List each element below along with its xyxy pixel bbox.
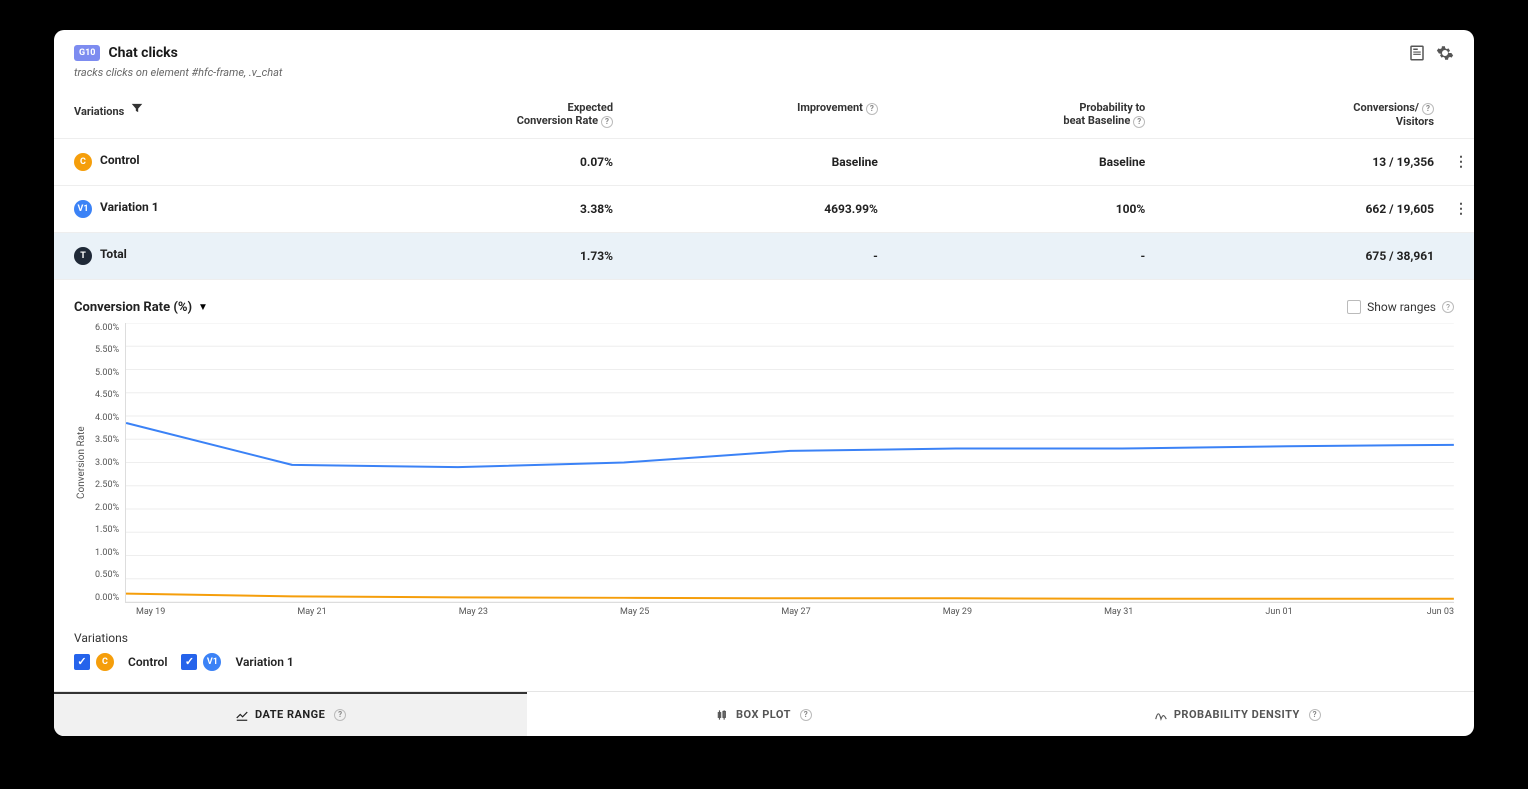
col-improvement: Improvement bbox=[797, 101, 863, 114]
cell-probability: - bbox=[898, 232, 1165, 279]
show-ranges-toggle[interactable]: Show ranges ? bbox=[1347, 300, 1454, 314]
cell-conversions: 13 / 19,356⋮ bbox=[1165, 138, 1474, 185]
line-chart-icon bbox=[235, 708, 249, 722]
tab-label: BOX PLOT bbox=[736, 708, 791, 721]
legend-item[interactable]: ✓ C Control bbox=[74, 653, 167, 671]
view-tabs: DATE RANGE ? BOX PLOT ? PROBABILITY DENS… bbox=[54, 691, 1474, 736]
table-row: V1 Variation 1 3.38% 4693.99% 100% 662 / … bbox=[54, 185, 1474, 232]
tab-label: DATE RANGE bbox=[255, 708, 325, 721]
chevron-down-icon[interactable]: ▼ bbox=[198, 302, 208, 313]
tab-date-range[interactable]: DATE RANGE ? bbox=[54, 692, 527, 736]
info-icon[interactable]: ? bbox=[800, 709, 812, 721]
chart-plot bbox=[125, 323, 1454, 603]
variation-chip: T bbox=[74, 247, 92, 265]
checkbox-checked-icon[interactable]: ✓ bbox=[74, 654, 90, 670]
variation-name: Variation 1 bbox=[100, 200, 159, 214]
col-variations[interactable]: Variations bbox=[74, 105, 124, 118]
report-icon[interactable] bbox=[1408, 44, 1426, 62]
col-conv-2: Visitors bbox=[1185, 115, 1434, 128]
cell-improvement: 4693.99% bbox=[633, 185, 898, 232]
box-plot-icon bbox=[716, 708, 730, 722]
legend: ✓ C Control ✓ V1 Variation 1 bbox=[74, 653, 1454, 671]
cell-rate: 3.38% bbox=[334, 185, 633, 232]
variation-name: Total bbox=[100, 247, 127, 261]
cell-rate: 1.73% bbox=[334, 232, 633, 279]
variation-chip: V1 bbox=[203, 653, 221, 671]
y-axis-label: Conversion Rate bbox=[74, 323, 89, 603]
density-icon bbox=[1154, 708, 1168, 722]
chart-title[interactable]: Conversion Rate (%) bbox=[74, 300, 192, 315]
cell-probability: 100% bbox=[898, 185, 1165, 232]
filter-icon[interactable] bbox=[130, 101, 144, 115]
cell-rate: 0.07% bbox=[334, 138, 633, 185]
chart-section: Conversion Rate (%) ▼ Show ranges ? Conv… bbox=[54, 280, 1474, 691]
info-icon[interactable]: ? bbox=[1309, 709, 1321, 721]
info-icon[interactable]: ? bbox=[1442, 301, 1454, 313]
col-expected-2: Conversion Rate bbox=[517, 114, 598, 127]
col-expected-1: Expected bbox=[354, 101, 613, 114]
tab-box-plot[interactable]: BOX PLOT ? bbox=[527, 692, 1000, 736]
variation-chip: V1 bbox=[74, 200, 92, 218]
x-ticks: May 19May 21May 23May 25May 27May 29May … bbox=[136, 603, 1454, 617]
report-card: G10 Chat clicks tracks clicks on element… bbox=[54, 30, 1474, 736]
gear-icon[interactable] bbox=[1436, 44, 1454, 62]
checkbox-icon[interactable] bbox=[1347, 300, 1361, 314]
goal-badge: G10 bbox=[74, 45, 100, 61]
cell-conversions: 662 / 19,605⋮ bbox=[1165, 185, 1474, 232]
y-ticks: 6.00%5.50%5.00%4.50%4.00%3.50%3.00%2.50%… bbox=[89, 323, 125, 603]
legend-title: Variations bbox=[74, 631, 1454, 645]
variation-chip: C bbox=[96, 653, 114, 671]
info-icon[interactable]: ? bbox=[1422, 103, 1434, 115]
variations-table: Variations ExpectedConversion Rate? Impr… bbox=[54, 91, 1474, 280]
info-icon[interactable]: ? bbox=[601, 116, 613, 128]
cell-conversions: 675 / 38,961 bbox=[1165, 232, 1474, 279]
header: G10 Chat clicks bbox=[54, 30, 1474, 66]
cell-improvement: - bbox=[633, 232, 898, 279]
tab-probability-density[interactable]: PROBABILITY DENSITY ? bbox=[1001, 692, 1474, 736]
legend-label: Variation 1 bbox=[235, 655, 293, 669]
info-icon[interactable]: ? bbox=[334, 709, 346, 721]
variation-name: Control bbox=[100, 153, 140, 167]
kebab-icon[interactable]: ⋮ bbox=[1454, 160, 1468, 164]
subtitle: tracks clicks on element #hfc-frame, .v_… bbox=[54, 66, 1474, 91]
page-title: Chat clicks bbox=[108, 45, 177, 61]
table-row: T Total 1.73% - - 675 / 38,961 bbox=[54, 232, 1474, 279]
info-icon[interactable]: ? bbox=[1133, 116, 1145, 128]
cell-improvement: Baseline bbox=[633, 138, 898, 185]
col-prob-2: beat Baseline bbox=[1063, 114, 1130, 127]
show-ranges-label: Show ranges bbox=[1367, 300, 1436, 314]
info-icon[interactable]: ? bbox=[866, 103, 878, 115]
checkbox-checked-icon[interactable]: ✓ bbox=[181, 654, 197, 670]
col-conv-1: Conversions/ bbox=[1353, 101, 1419, 114]
col-prob-1: Probability to bbox=[918, 101, 1145, 114]
variation-chip: C bbox=[74, 153, 92, 171]
tab-label: PROBABILITY DENSITY bbox=[1174, 708, 1300, 721]
table-row: C Control 0.07% Baseline Baseline 13 / 19… bbox=[54, 138, 1474, 185]
legend-label: Control bbox=[128, 655, 167, 669]
legend-item[interactable]: ✓ V1 Variation 1 bbox=[181, 653, 293, 671]
kebab-icon[interactable]: ⋮ bbox=[1454, 207, 1468, 211]
cell-probability: Baseline bbox=[898, 138, 1165, 185]
